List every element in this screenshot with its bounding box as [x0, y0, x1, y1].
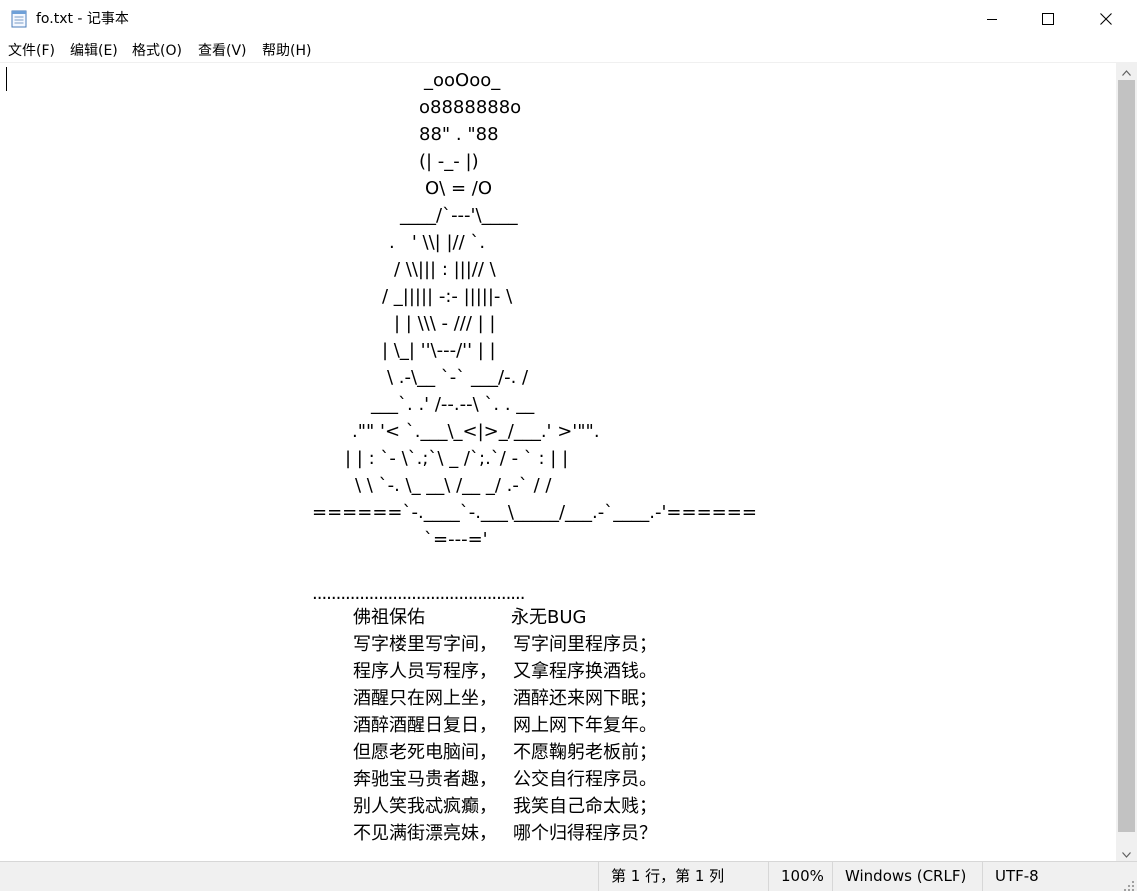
- art-line: \ \ `-. \_ __\ /__ _/ .-` / /: [355, 475, 552, 496]
- chevron-down-icon: [1122, 843, 1131, 862]
- poem-left: 佛祖保佑: [353, 607, 425, 628]
- poem-left: 不见满街漂亮妹，: [353, 823, 497, 844]
- notepad-icon: [11, 10, 27, 28]
- window-title: fo.txt - 记事本: [36, 11, 129, 27]
- text-editor[interactable]: _ooOoo_ o8888888o 88" . "88 (| -_- |) O\…: [0, 62, 1116, 862]
- minimize-button[interactable]: [963, 0, 1021, 38]
- resize-grip-icon[interactable]: [1123, 877, 1135, 891]
- poem-left: 写字楼里写字间，: [353, 634, 497, 655]
- line-ending: Windows (CRLF): [832, 862, 982, 891]
- poem-left: 酒醒只在网上坐，: [353, 688, 497, 709]
- art-line: ======`-.____`-.___\_____/___.-`____.-'=…: [312, 502, 757, 523]
- art-line: (| -_- |): [419, 151, 479, 172]
- poem-right: 写字间里程序员；: [513, 634, 657, 655]
- zoom-level: 100%: [768, 862, 832, 891]
- menu-view[interactable]: 查看(V): [198, 42, 247, 60]
- dotted-divider: ........................................…: [312, 583, 525, 604]
- poem-right: 酒醉还来网下眠；: [513, 688, 657, 709]
- poem-left: 但愿老死电脑间，: [353, 742, 497, 763]
- chevron-up-icon: [1122, 61, 1131, 80]
- close-button[interactable]: [1077, 0, 1135, 38]
- title-bar: fo.txt - 记事本: [0, 0, 1137, 38]
- poem-right: 又拿程序换酒钱。: [513, 661, 657, 682]
- art-line: | \_| ''\---/'' | |: [382, 340, 496, 361]
- poem-right: 公交自行程序员。: [513, 769, 657, 790]
- art-line: | | \\\ - /// | |: [394, 313, 496, 334]
- menu-edit[interactable]: 编辑(E): [70, 42, 118, 60]
- poem-right: 哪个归得程序员？: [513, 823, 657, 844]
- poem-left: 别人笑我忒疯癫，: [353, 796, 497, 817]
- vertical-scrollbar[interactable]: [1116, 62, 1137, 861]
- scroll-thumb[interactable]: [1118, 80, 1135, 832]
- maximize-button[interactable]: [1019, 0, 1077, 38]
- text-caret: [6, 67, 7, 91]
- art-line: / \\||| : |||// \: [394, 259, 496, 280]
- art-line: _ooOoo_: [424, 70, 501, 91]
- art-line: 88" . "88: [419, 124, 499, 145]
- art-line: \ .-\__ `-` ___/-. /: [387, 367, 529, 388]
- minimize-icon: [986, 10, 998, 29]
- poem-right: 不愿鞠躬老板前；: [513, 742, 657, 763]
- status-bar: 第 1 行，第 1 列 100% Windows (CRLF) UTF-8: [0, 861, 1137, 891]
- maximize-icon: [1042, 10, 1054, 29]
- poem-right: 网上网下年复年。: [513, 715, 657, 736]
- art-line: / _||||| -:- |||||- \: [382, 286, 513, 307]
- poem-right: 我笑自己命太贱；: [513, 796, 657, 817]
- menu-format[interactable]: 格式(O): [132, 42, 182, 60]
- art-line: ____/`---'\____: [400, 205, 518, 226]
- poem-left: 酒醉酒醒日复日，: [353, 715, 497, 736]
- scroll-down-button[interactable]: [1116, 844, 1137, 861]
- menu-file[interactable]: 文件(F): [8, 42, 55, 60]
- cursor-position: 第 1 行，第 1 列: [598, 862, 768, 891]
- close-icon: [1100, 10, 1112, 29]
- encoding: UTF-8: [982, 862, 1122, 891]
- poem-right: 永无BUG: [511, 607, 587, 628]
- art-line: o8888888o: [419, 97, 522, 118]
- poem-left: 奔驰宝马贵者趣，: [353, 769, 497, 790]
- menu-bar: 文件(F) 编辑(E) 格式(O) 查看(V) 帮助(H): [0, 38, 1137, 62]
- art-line: ___`. .' /--.--\ `. . __: [371, 394, 535, 415]
- art-line: | | : `- \`.;`\ _ /`;.`/ - ` : | |: [345, 448, 569, 469]
- scroll-up-button[interactable]: [1116, 62, 1137, 79]
- art-line: O\ = /O: [425, 178, 492, 199]
- art-line: . ' \\| |// `.: [389, 232, 486, 253]
- poem-left: 程序人员写程序，: [353, 661, 497, 682]
- art-line: `=---=': [424, 529, 488, 550]
- menu-help[interactable]: 帮助(H): [262, 42, 311, 60]
- art-line: ."" '< `.___\_<|>_/___.' >'"".: [352, 421, 600, 442]
